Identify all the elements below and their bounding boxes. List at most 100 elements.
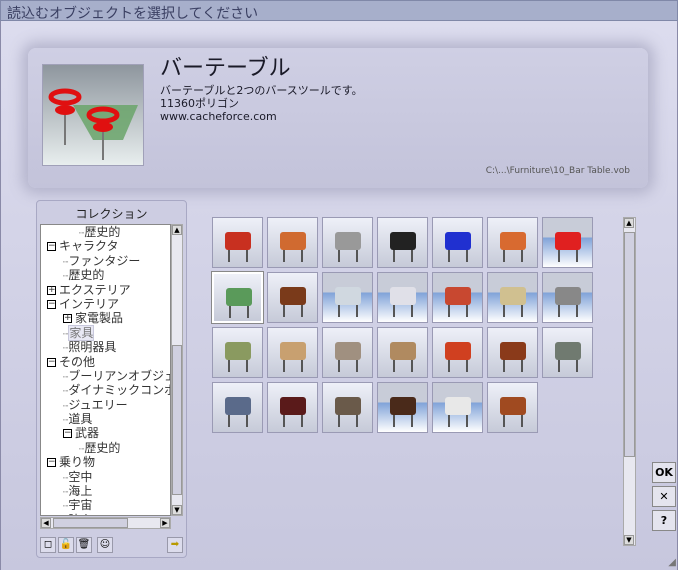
thumbnail-red-armchair[interactable] bbox=[212, 217, 263, 268]
tree-item[interactable]: ┈宇宙 bbox=[41, 498, 170, 512]
scroll-right-icon[interactable]: ▶ bbox=[160, 518, 170, 528]
trash-icon[interactable]: 🗑 bbox=[76, 537, 92, 553]
scroll-up-icon[interactable]: ▲ bbox=[172, 225, 182, 235]
white-dresser-icon bbox=[445, 397, 471, 427]
tree-item[interactable]: − 武器 bbox=[41, 426, 170, 440]
thumbnail-metal-cabinet[interactable] bbox=[542, 327, 593, 378]
thumbnail-tv-stand[interactable] bbox=[377, 382, 428, 433]
blue-chair-icon bbox=[445, 232, 471, 262]
thumbnail-shelf-cabinet[interactable] bbox=[322, 327, 373, 378]
thumbnail-orange-sofa[interactable] bbox=[487, 217, 538, 268]
thumbnail-glass-cabinet[interactable] bbox=[212, 382, 263, 433]
tree-item[interactable]: ┈空中 bbox=[41, 470, 170, 484]
colorful-blocks-icon bbox=[445, 342, 471, 372]
collection-panel: コレクション ┈歴史的 − キャラクタ ┈ファンタジー ┈歴史的 + エクステリア − インテリ… bbox=[36, 200, 187, 558]
arrow-right-icon[interactable]: ➡ bbox=[167, 537, 183, 553]
tree-item[interactable]: ┈照明器具 bbox=[41, 340, 170, 354]
thumbnail-white-dresser[interactable] bbox=[432, 382, 483, 433]
object-url: www.cacheforce.com bbox=[160, 110, 277, 123]
collapse-icon[interactable]: − bbox=[47, 242, 56, 252]
thumbnail-checkered-chair[interactable] bbox=[377, 217, 428, 268]
tree-item[interactable]: − キャラクタ bbox=[41, 239, 170, 253]
hscroll-thumb[interactable] bbox=[53, 518, 128, 528]
tree-item[interactable]: + 家電製品 bbox=[41, 311, 170, 325]
tree-item[interactable]: − 乗り物 bbox=[41, 455, 170, 469]
tree-item[interactable]: ┈陸上 bbox=[41, 513, 170, 515]
round-glass-table-icon bbox=[335, 287, 361, 317]
tree-item-label: インテリア bbox=[59, 296, 120, 311]
tree-item[interactable]: ┈道具 bbox=[41, 412, 170, 426]
orange-stool-icon bbox=[280, 232, 306, 262]
thumbnail-orange-stool[interactable] bbox=[267, 217, 318, 268]
shelf-cabinet-icon bbox=[335, 342, 361, 372]
metal-cabinet-icon bbox=[555, 342, 581, 372]
new-collection-icon[interactable]: ◻ bbox=[40, 537, 56, 553]
tree-item-label: キャラクタ bbox=[59, 239, 119, 254]
thumbnail-plant-cart[interactable] bbox=[212, 327, 263, 378]
thumbnail-glass-table[interactable] bbox=[377, 272, 428, 323]
collapse-icon[interactable]: − bbox=[47, 299, 56, 309]
grid-scroll-down-icon[interactable]: ▼ bbox=[624, 535, 634, 545]
glass-cabinet-icon bbox=[225, 397, 251, 427]
thumbnail-wooden-chest[interactable] bbox=[487, 382, 538, 433]
sideboard-icon bbox=[335, 397, 361, 427]
red-bar-stool-icon bbox=[555, 232, 581, 262]
expand-icon[interactable]: + bbox=[47, 285, 56, 295]
collapse-icon[interactable]: − bbox=[47, 357, 56, 367]
thumbnail-dark-sideboard[interactable] bbox=[267, 382, 318, 433]
bar-table-icon bbox=[226, 288, 252, 318]
thumbnail-sideboard[interactable] bbox=[322, 382, 373, 433]
tree-item[interactable]: + エクステリア bbox=[41, 283, 170, 297]
tree-item[interactable]: ┈歴史的 bbox=[41, 225, 170, 239]
tree-vertical-scrollbar[interactable]: ▲ ▼ bbox=[171, 224, 183, 516]
ok-button[interactable]: OK bbox=[652, 462, 676, 483]
cancel-button[interactable]: ✕ bbox=[652, 486, 676, 507]
tree-item[interactable]: ┈歴史的 bbox=[41, 441, 170, 455]
unlock-icon[interactable]: 🔓 bbox=[58, 537, 74, 553]
tree-item-label: 武器 bbox=[75, 426, 100, 441]
scroll-thumb[interactable] bbox=[172, 345, 182, 495]
thumbnail-wooden-table[interactable] bbox=[267, 272, 318, 323]
thumbnail-glass-coffee-table[interactable] bbox=[487, 272, 538, 323]
scroll-down-icon[interactable]: ▼ bbox=[172, 505, 182, 515]
thumbnail-red-bar-stool[interactable] bbox=[542, 217, 593, 268]
tree-horizontal-scrollbar[interactable]: ◀ ▶ bbox=[40, 517, 171, 529]
help-button[interactable]: ? bbox=[652, 510, 676, 531]
tv-stand-icon bbox=[390, 397, 416, 427]
collapse-icon[interactable]: − bbox=[47, 458, 56, 468]
tree-item[interactable]: ┈海上 bbox=[41, 484, 170, 498]
tree-item[interactable]: − その他 bbox=[41, 355, 170, 369]
thumbnail-desk[interactable] bbox=[487, 327, 538, 378]
preview-image bbox=[42, 64, 144, 166]
ghost-icon[interactable]: ☺ bbox=[97, 537, 113, 553]
tree-item[interactable]: − インテリア bbox=[41, 297, 170, 311]
thumbnail-round-glass-table[interactable] bbox=[322, 272, 373, 323]
bookshelf-icon bbox=[280, 342, 306, 372]
collapse-icon[interactable]: − bbox=[63, 429, 72, 439]
thumbnail-bar-table[interactable] bbox=[211, 271, 264, 324]
tree-item[interactable]: ┈ブーリアンオブジェ bbox=[41, 369, 170, 383]
glass-table-icon bbox=[390, 287, 416, 317]
tree-item-label: 歴史的 bbox=[84, 440, 121, 455]
thumbnail-blue-chair[interactable] bbox=[432, 217, 483, 268]
expand-icon[interactable]: + bbox=[63, 314, 72, 324]
thumbnail-round-red-table[interactable] bbox=[432, 272, 483, 323]
thumbnail-wooden-shelf[interactable] bbox=[377, 327, 428, 378]
collection-tree[interactable]: ┈歴史的 − キャラクタ ┈ファンタジー ┈歴史的 + エクステリア − インテリア + 家電製品 ┈… bbox=[40, 224, 171, 516]
scroll-left-icon[interactable]: ◀ bbox=[41, 518, 51, 528]
tree-item[interactable]: ┈ジュエリー bbox=[41, 398, 170, 412]
grid-scroll-up-icon[interactable]: ▲ bbox=[624, 218, 634, 228]
tree-item[interactable]: ┈歴史的 bbox=[41, 268, 170, 282]
tree-item[interactable]: ┈ダイナミックコンポ bbox=[41, 383, 170, 397]
thumbnail-wire-chair[interactable] bbox=[322, 217, 373, 268]
tree-item[interactable]: ┈ファンタジー bbox=[41, 254, 170, 268]
checkered-chair-icon bbox=[390, 232, 416, 262]
tree-item[interactable]: ┈家具 bbox=[41, 324, 170, 341]
grid-scroll-thumb[interactable] bbox=[624, 232, 635, 457]
thumbnail-metal-coffee-table[interactable] bbox=[542, 272, 593, 323]
thumbnail-bookshelf[interactable] bbox=[267, 327, 318, 378]
resize-grip-icon[interactable]: ◢ bbox=[668, 557, 676, 568]
orange-sofa-icon bbox=[500, 232, 526, 262]
grid-scrollbar[interactable]: ▲ ▼ bbox=[623, 217, 636, 546]
thumbnail-colorful-blocks[interactable] bbox=[432, 327, 483, 378]
